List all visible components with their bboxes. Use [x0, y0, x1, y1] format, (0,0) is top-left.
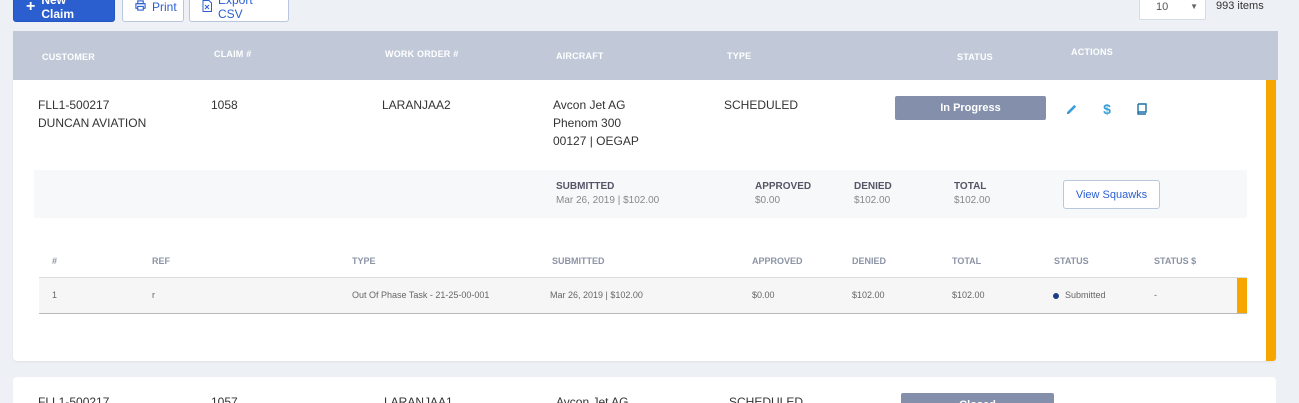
squawk-accent-bar [1237, 278, 1247, 313]
squawk-col-total: TOTAL [952, 256, 982, 266]
aircraft-serial: 00127 | OEGAP [553, 134, 639, 148]
book-icon[interactable] [1133, 101, 1149, 117]
squawk-col-number: # [52, 256, 58, 266]
export-csv-label: Export CSV [218, 0, 253, 21]
claim-work-order: LARANJAA2 [382, 98, 451, 112]
col-customer[interactable]: CUSTOMER [42, 52, 95, 62]
table-header: CUSTOMER CLAIM # WORK ORDER # AIRCRAFT T… [13, 31, 1278, 80]
table-row[interactable]: 1 r Out Of Phase Task - 21-25-00-001 Mar… [39, 277, 1247, 314]
squawk-submitted: Mar 26, 2019 | $102.00 [550, 290, 643, 300]
col-aircraft[interactable]: AIRCRAFT [556, 51, 604, 61]
customer-code: FLL1-500217 [38, 98, 110, 112]
status-dot-icon [1053, 292, 1059, 299]
claim-work-order: LARANJAA1 [384, 395, 453, 403]
approved-value: $0.00 [755, 195, 781, 206]
customer-name: DUNCAN AVIATION [38, 116, 147, 130]
status-badge: Closed [901, 393, 1054, 403]
claim-status-accent-bar [1266, 80, 1276, 361]
submitted-value: Mar 26, 2019 | $102.00 [556, 195, 660, 206]
squawk-number: 1 [52, 290, 58, 300]
col-status[interactable]: STATUS [957, 52, 993, 62]
squawk-status-label: Submitted [1065, 290, 1106, 300]
squawk-ref: r [152, 290, 155, 300]
pencil-icon[interactable] [1063, 101, 1079, 117]
aircraft-operator: Avcon Jet AG [553, 98, 626, 112]
squawk-col-ref: REF [152, 256, 170, 266]
plus-icon: + [26, 0, 36, 15]
customer-code: FLL1-500217 [38, 395, 110, 403]
claim-customer: FLL1-500217 DUNCAN AVIATION [38, 96, 146, 132]
claim-type: SCHEDULED [729, 395, 804, 403]
squawk-col-status: STATUS [1054, 256, 1089, 266]
claim-summary: SUBMITTED Mar 26, 2019 | $102.00 APPROVE… [34, 170, 1247, 218]
approved-label: APPROVED [755, 181, 812, 192]
view-squawks-button[interactable]: View Squawks [1063, 180, 1160, 209]
claim-number: 1058 [211, 98, 238, 112]
col-type[interactable]: TYPE [727, 51, 751, 61]
squawk-col-denied: DENIED [852, 256, 887, 266]
denied-label: DENIED [854, 181, 892, 192]
squawk-status: Submitted [1053, 290, 1106, 300]
squawk-col-submitted: SUBMITTED [552, 256, 605, 266]
total-value: $102.00 [954, 195, 991, 206]
printer-icon [135, 0, 146, 14]
spreadsheet-icon [202, 0, 212, 15]
print-label: Print [152, 0, 177, 14]
aircraft-model: Phenom 300 [553, 116, 622, 130]
dollar-icon[interactable]: $ [1099, 101, 1115, 117]
squawk-type: Out Of Phase Task - 21-25-00-001 [352, 290, 490, 300]
print-button[interactable]: Print [122, 0, 184, 22]
caret-down-icon: ▼ [1190, 2, 1198, 11]
claim-card: FLL1-500217 DUNCAN AVIATION 1058 LARANJA… [13, 80, 1276, 361]
col-actions: ACTIONS [1071, 47, 1113, 57]
squawk-col-type: TYPE [352, 256, 376, 266]
squawk-col-approved: APPROVED [752, 256, 803, 266]
new-claim-button[interactable]: + New Claim [13, 0, 115, 22]
claim-type: SCHEDULED [724, 98, 799, 112]
col-claim-number[interactable]: CLAIM # [214, 49, 251, 59]
status-badge: In Progress [895, 96, 1046, 120]
total-label: TOTAL [954, 181, 987, 192]
toolbar: + New Claim Print Export CSV 10 ▼ 993 it… [0, 0, 1299, 24]
claim-number: 1057 [211, 395, 238, 403]
squawk-col-status-dollar: STATUS $ [1154, 256, 1197, 266]
claim-customer: FLL1-500217 [38, 393, 109, 403]
squawk-status-dollar: - [1154, 290, 1157, 300]
export-csv-button[interactable]: Export CSV [189, 0, 289, 22]
items-count: 993 items [1216, 0, 1264, 12]
claim-card: FLL1-500217 1057 LARANJAA1 Avcon Jet AG … [13, 377, 1276, 403]
squawk-total: $102.00 [952, 290, 985, 300]
per-page-value: 10 [1156, 1, 1169, 13]
submitted-label: SUBMITTED [556, 181, 615, 192]
denied-value: $102.00 [854, 195, 891, 206]
col-work-order[interactable]: WORK ORDER # [385, 49, 458, 59]
claim-aircraft: Avcon Jet AG [556, 395, 629, 403]
per-page-select[interactable]: 10 ▼ [1139, 0, 1206, 20]
new-claim-label: New Claim [41, 0, 75, 21]
claim-aircraft: Avcon Jet AG Phenom 300 00127 | OEGAP [553, 96, 639, 150]
squawk-approved: $0.00 [752, 290, 775, 300]
squawk-denied: $102.00 [852, 290, 885, 300]
